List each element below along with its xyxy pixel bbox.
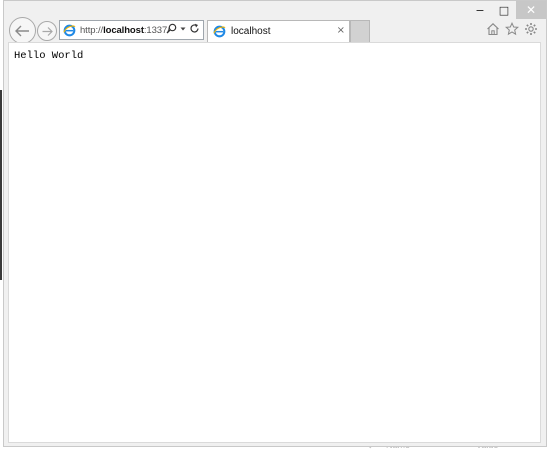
forward-arrow-icon xyxy=(42,26,53,36)
back-arrow-icon xyxy=(15,25,29,36)
gear-icon[interactable] xyxy=(524,22,538,36)
tab-label: localhost xyxy=(231,26,271,37)
page-viewport[interactable]: Hello World xyxy=(8,42,541,443)
desktop-background-window-edge xyxy=(0,90,2,280)
url-host: localhost xyxy=(103,24,144,36)
ie-logo-icon xyxy=(213,25,226,38)
command-icons xyxy=(486,22,538,36)
forward-button[interactable] xyxy=(37,21,57,41)
back-button[interactable] xyxy=(9,17,36,44)
close-tab-button[interactable]: × xyxy=(337,25,345,36)
address-bar[interactable]: http://localhost:1337/ xyxy=(59,20,204,40)
ie-logo-icon xyxy=(63,24,76,36)
search-icon[interactable] xyxy=(166,23,177,34)
home-icon[interactable] xyxy=(486,22,500,36)
url-scheme: http:// xyxy=(80,24,104,36)
browser-window: − □ ✕ http://localhost:1337/ localhost ×… xyxy=(3,0,547,447)
navigation-bar: http://localhost:1337/ localhost × xyxy=(4,16,546,44)
refresh-icon[interactable] xyxy=(189,23,200,34)
desktop: ↕ Name Value − □ ✕ xyxy=(0,0,550,451)
url-text: http://localhost:1337/ xyxy=(80,25,170,36)
new-tab-button[interactable] xyxy=(350,20,370,42)
chevron-down-icon[interactable] xyxy=(180,26,186,32)
star-icon[interactable] xyxy=(505,22,519,36)
tab-localhost[interactable]: localhost × xyxy=(207,20,350,42)
address-bar-tools xyxy=(166,23,200,34)
page-body-text: Hello World xyxy=(14,50,84,62)
